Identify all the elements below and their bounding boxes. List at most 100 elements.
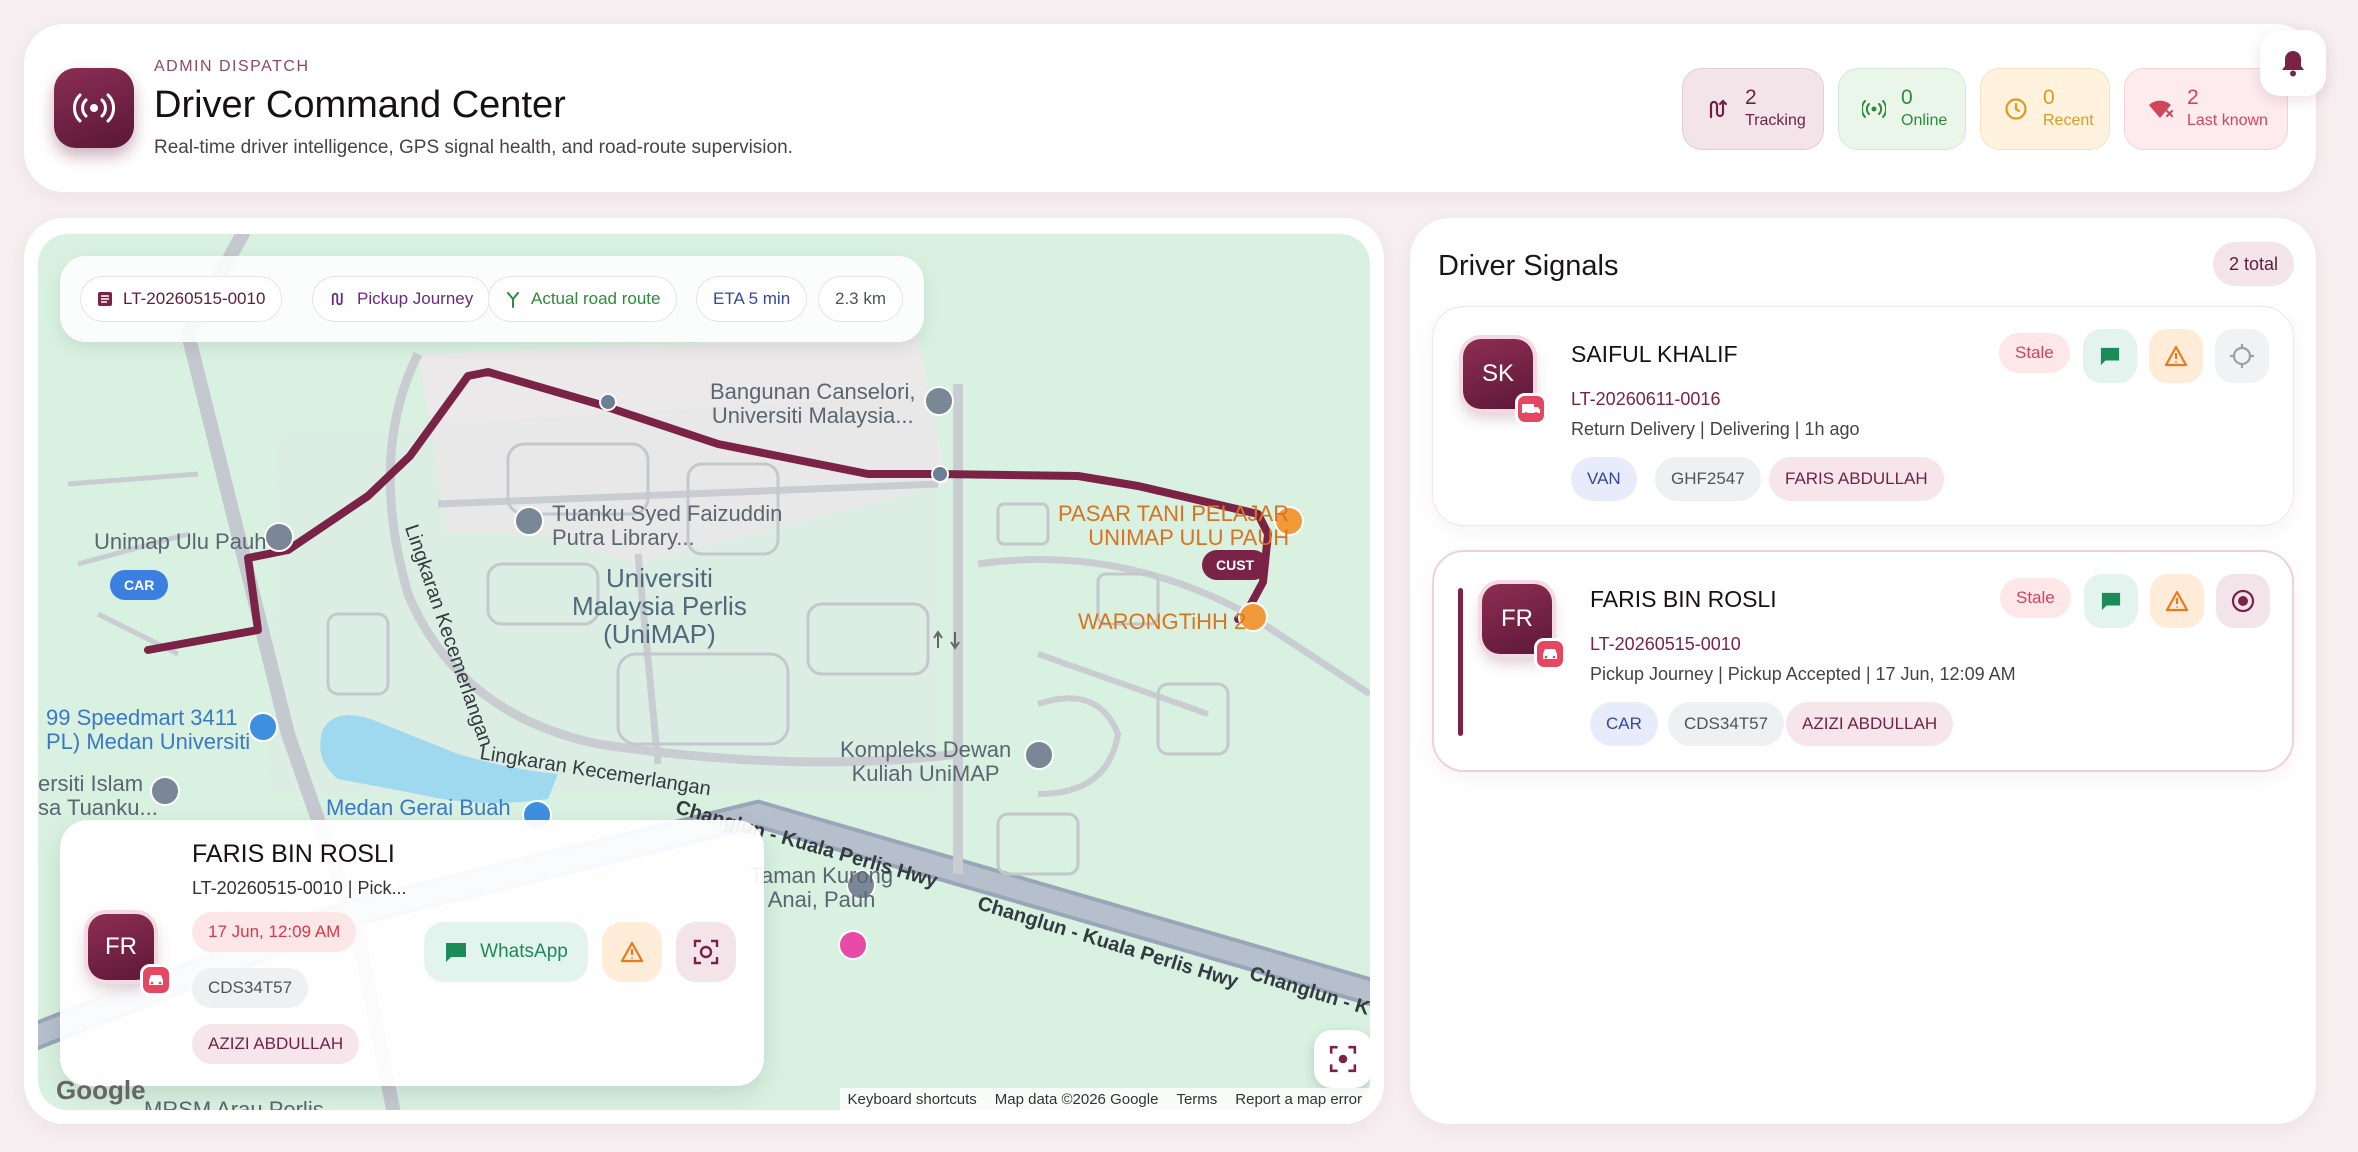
overlay-driver-name: FARIS BIN ROSLI (192, 840, 395, 868)
target-icon (2231, 589, 2255, 613)
map-label-speedmart: 99 Speedmart 3411 PL) Medan Universiti (46, 705, 251, 754)
clock-icon (2003, 96, 2029, 122)
map-label-kompleks: Kompleks Dewan Kuliah UniMAP (840, 737, 1012, 786)
whatsapp-button[interactable]: WhatsApp (424, 922, 588, 982)
car-icon (1534, 638, 1566, 670)
stat-recent-value: 0 (2043, 86, 2055, 109)
shop-icon[interactable] (248, 712, 278, 742)
document-icon (97, 291, 113, 307)
map-label-canselori: Bangunan Canselori, Universiti Malaysia.… (710, 379, 916, 428)
map-label-warong: WARONGTiHH 2 (1078, 609, 1247, 634)
chat-icon (446, 943, 467, 962)
stat-online-label: Online (1901, 112, 1948, 129)
car-pin[interactable]: CAR (110, 570, 169, 600)
warning-icon (2165, 590, 2189, 612)
distance-chip[interactable]: 2.3 km (818, 276, 904, 322)
driver-card[interactable]: SK SAIFUL KHALIF LT-20260611-0016 Return… (1432, 306, 2294, 526)
recenter-map-button[interactable] (1314, 1030, 1370, 1088)
stat-tracking-label: Tracking (1745, 112, 1806, 129)
overlay-booking-ref: LT-20260515-0010 | Pick... (192, 878, 407, 898)
stat-online-value: 0 (1901, 86, 1913, 109)
message-button[interactable] (2084, 574, 2138, 628)
map-card: Bangunan Canselori, Universiti Malaysia.… (24, 218, 1384, 1124)
route-map[interactable]: Bangunan Canselori, Universiti Malaysia.… (38, 234, 1370, 1110)
journey-chip[interactable]: Pickup Journey (312, 276, 491, 322)
stat-recent-label: Recent (2043, 112, 2094, 129)
alert-button[interactable] (2149, 329, 2203, 383)
driver-booking-ref: LT-20260611-0016 (1571, 389, 1721, 409)
stat-tracking[interactable]: 2 Tracking (1682, 68, 1824, 150)
selected-driver-overlay: FR FARIS BIN ROSLI LT-20260515-0010 | Pi… (60, 820, 764, 1086)
landmark-pin-icon[interactable] (1024, 740, 1054, 770)
report-error-link[interactable]: Report a map error (1235, 1091, 1362, 1108)
alert-button[interactable] (602, 922, 662, 982)
alert-button[interactable] (2150, 574, 2204, 628)
locate-driver-button[interactable] (2215, 329, 2269, 383)
chat-icon (2100, 347, 2120, 366)
library-icon[interactable] (514, 506, 544, 536)
landmark-pin-icon[interactable] (924, 386, 954, 416)
eta-chip[interactable]: ETA 5 min (696, 276, 808, 322)
stat-last-known-label: Last known (2187, 112, 2268, 129)
keyboard-shortcuts-link[interactable]: Keyboard shortcuts (848, 1091, 977, 1108)
locate-driver-button[interactable] (2216, 574, 2270, 628)
stat-last-known-value: 2 (2187, 86, 2199, 109)
stat-online[interactable]: 0 Online (1838, 68, 1966, 150)
vehicle-type-pill: VAN (1571, 457, 1637, 501)
driver-booking-ref: LT-20260515-0010 (1590, 634, 1741, 654)
vehicle-type-pill: CAR (1590, 702, 1658, 746)
google-logo: Google (56, 1075, 146, 1105)
booking-chip-label: LT-20260515-0010 (123, 289, 266, 308)
route-icon (1705, 96, 1731, 122)
status-badge: Stale (1999, 333, 2070, 373)
bell-icon (2282, 51, 2304, 77)
distance-chip-label: 2.3 km (835, 289, 887, 308)
map-label-library: Tuanku Syed Faizuddin Putra Library... (552, 501, 783, 550)
route-type-chip-label: Actual road route (531, 289, 661, 308)
total-badge: 2 total (2212, 242, 2294, 286)
panel-title: Driver Signals (1438, 250, 1619, 282)
focus-icon (1329, 1045, 1357, 1073)
warning-icon (2164, 345, 2188, 367)
selected-indicator (1458, 588, 1463, 736)
terms-link[interactable]: Terms (1176, 1091, 1217, 1108)
map-label-unimap: Universiti Malaysia Perlis (UniMAP) (572, 563, 747, 649)
message-button[interactable] (2083, 329, 2137, 383)
booking-chip[interactable]: LT-20260515-0010 (80, 276, 283, 322)
driver-name: FARIS BIN ROSLI (1590, 586, 1777, 612)
driver-job-meta: Pickup Journey | Pickup Accepted | 17 Ju… (1590, 664, 2016, 684)
hotel-icon[interactable] (838, 930, 868, 960)
focus-icon (693, 939, 719, 965)
fork-icon (505, 290, 521, 308)
map-label-islam: ersiti Islam sa Tuanku... (38, 771, 158, 820)
route-chip-bar: LT-20260515-0010 Pickup Journey Actual r… (60, 256, 924, 342)
route-type-chip[interactable]: Actual road route (488, 276, 678, 322)
notifications-button[interactable] (2260, 30, 2326, 96)
whatsapp-label: WhatsApp (480, 941, 568, 962)
car-icon (140, 964, 172, 996)
page-subtitle: Real-time driver intelligence, GPS signa… (154, 137, 793, 158)
customer-pin[interactable]: CUST (1202, 550, 1269, 580)
stat-tracking-value: 2 (1745, 86, 1757, 109)
stat-recent[interactable]: 0 Recent (1980, 68, 2110, 150)
school-icon[interactable] (264, 522, 294, 552)
plate-pill: GHF2547 (1655, 457, 1761, 501)
wifi-off-icon (2147, 96, 2173, 122)
van-icon (1515, 393, 1547, 425)
focus-driver-button[interactable] (676, 922, 736, 982)
overlay-timestamp: 17 Jun, 12:09 AM (192, 912, 357, 952)
broadcast-icon (54, 68, 134, 148)
crosshair-icon (2230, 344, 2254, 368)
chat-icon (2101, 592, 2121, 611)
assignee-pill: FARIS ABDULLAH (1769, 457, 1944, 501)
page-header: ADMIN DISPATCH Driver Command Center Rea… (24, 24, 2326, 192)
overlay-plate: CDS34T57 (192, 968, 309, 1008)
signal-icon (1861, 96, 1887, 122)
driver-name: SAIFUL KHALIF (1571, 341, 1738, 367)
map-label-arau: MRSM Arau Perlis (144, 1097, 324, 1111)
map-label-ulu-pauh: Unimap Ulu Pauh (94, 529, 267, 554)
driver-card-selected[interactable]: FR FARIS BIN ROSLI LT-20260515-0010 Pick… (1432, 550, 2294, 772)
overlay-assignee: AZIZI ABDULLAH (192, 1024, 360, 1064)
page-title: Driver Command Center (154, 84, 566, 126)
eta-chip-label: ETA 5 min (713, 289, 791, 308)
